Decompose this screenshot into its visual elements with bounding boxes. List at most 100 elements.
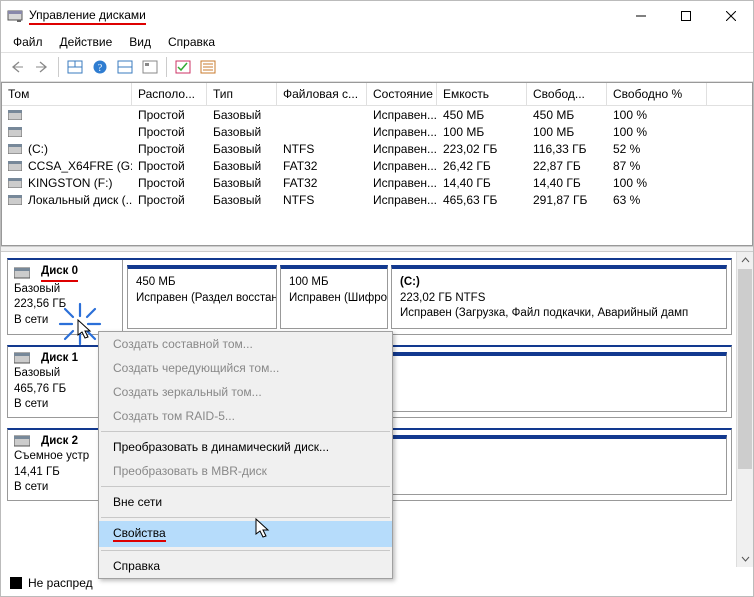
menu-file[interactable]: Файл	[5, 33, 51, 51]
partition-letter: (C:)	[400, 275, 718, 291]
cell-layout: Простой	[132, 193, 207, 207]
cell-volume: Локальный диск (...	[28, 193, 132, 207]
cell-volume: CCSA_X64FRE (G:)	[28, 159, 132, 173]
menubar: Файл Действие Вид Справка	[1, 31, 753, 52]
disk-name: Диск 2	[41, 434, 78, 450]
cell-free: 116,33 ГБ	[527, 142, 607, 156]
menu-help[interactable]: Справка	[160, 33, 223, 51]
context-menu-item: Создать зеркальный том...	[99, 380, 392, 404]
context-menu-item[interactable]: Вне сети	[99, 490, 392, 514]
disk-status: В сети	[14, 313, 116, 329]
legend-swatch	[10, 577, 22, 589]
cell-type: Базовый	[207, 159, 277, 173]
app-icon	[7, 8, 23, 24]
layout-button-2[interactable]	[113, 55, 137, 79]
disk-icon	[14, 267, 30, 279]
th-state[interactable]: Состояние	[367, 83, 437, 105]
partition[interactable]: 100 МБ Исправен (Шифро	[280, 265, 388, 329]
minimize-button[interactable]	[618, 2, 663, 30]
table-row[interactable]: CCSA_X64FRE (G:)ПростойБазовыйFAT32Испра…	[2, 157, 752, 174]
table-row[interactable]: Локальный диск (...ПростойБазовыйNTFSИсп…	[2, 191, 752, 208]
volume-icon	[8, 178, 22, 188]
table-row[interactable]: (C:)ПростойБазовыйNTFSИсправен...223,02 …	[2, 140, 752, 157]
cell-layout: Простой	[132, 176, 207, 190]
table-row[interactable]: KINGSTON (F:)ПростойБазовыйFAT32Исправен…	[2, 174, 752, 191]
svg-text:?: ?	[98, 63, 103, 74]
cell-capacity: 450 МБ	[437, 108, 527, 122]
partition[interactable]: 450 МБ Исправен (Раздел восстан	[127, 265, 277, 329]
layout-button-1[interactable]	[63, 55, 87, 79]
back-button[interactable]	[5, 55, 29, 79]
cell-volume: KINGSTON (F:)	[28, 176, 112, 190]
table-body: ПростойБазовыйИсправен...450 МБ450 МБ100…	[2, 106, 752, 208]
context-menu-item[interactable]: Справка	[99, 554, 392, 578]
toolbar-separator	[166, 57, 167, 77]
th-free-pct[interactable]: Свободно %	[607, 83, 707, 105]
th-volume[interactable]: Том	[2, 83, 132, 105]
context-menu-item[interactable]: Преобразовать в динамический диск...	[99, 435, 392, 459]
partition-state: Исправен (Раздел восстан	[136, 291, 268, 307]
window-title: Управление дисками	[29, 8, 146, 25]
th-fs[interactable]: Файловая с...	[277, 83, 367, 105]
scrollbar-thumb[interactable]	[738, 269, 752, 469]
menu-view[interactable]: Вид	[121, 33, 159, 51]
cell-free: 14,40 ГБ	[527, 176, 607, 190]
volume-icon	[8, 127, 22, 137]
cell-capacity: 14,40 ГБ	[437, 176, 527, 190]
disk-partitions-0: 450 МБ Исправен (Раздел восстан 100 МБ И…	[123, 260, 731, 334]
partition-state: Исправен (Шифро	[289, 291, 379, 307]
disk-name: Диск 1	[41, 351, 78, 367]
partition-size: 450 МБ	[136, 275, 268, 291]
cell-free: 450 МБ	[527, 108, 607, 122]
close-button[interactable]	[708, 2, 753, 30]
menu-separator	[101, 486, 390, 487]
cell-layout: Простой	[132, 125, 207, 139]
titlebar: Управление дисками	[1, 1, 753, 31]
cell-state: Исправен...	[367, 193, 437, 207]
help-button[interactable]: ?	[88, 55, 112, 79]
forward-button[interactable]	[30, 55, 54, 79]
th-type[interactable]: Тип	[207, 83, 277, 105]
disk-info-0[interactable]: Диск 0 Базовый 223,56 ГБ В сети	[8, 260, 123, 334]
cell-capacity: 100 МБ	[437, 125, 527, 139]
maximize-button[interactable]	[663, 2, 708, 30]
cell-state: Исправен...	[367, 159, 437, 173]
volume-icon	[8, 110, 22, 120]
cell-volume: (C:)	[28, 142, 48, 156]
context-menu-item[interactable]: Свойства	[99, 521, 392, 547]
table-row[interactable]: ПростойБазовыйИсправен...450 МБ450 МБ100…	[2, 106, 752, 123]
scroll-down-icon[interactable]	[737, 550, 753, 567]
scroll-up-icon[interactable]	[737, 252, 753, 269]
cell-type: Базовый	[207, 176, 277, 190]
cell-free-pct: 52 %	[607, 142, 707, 156]
list-button[interactable]	[196, 55, 220, 79]
th-layout[interactable]: Располо...	[132, 83, 207, 105]
toolbar-separator	[58, 57, 59, 77]
vertical-scrollbar[interactable]	[736, 252, 753, 567]
menu-separator	[101, 517, 390, 518]
partition-size: 223,02 ГБ NTFS	[400, 291, 718, 307]
legend-label: Не распред	[28, 576, 93, 590]
cell-state: Исправен...	[367, 125, 437, 139]
th-capacity[interactable]: Емкость	[437, 83, 527, 105]
layout-button-3[interactable]	[138, 55, 162, 79]
cell-type: Базовый	[207, 142, 277, 156]
cell-state: Исправен...	[367, 108, 437, 122]
menu-action[interactable]: Действие	[52, 33, 121, 51]
cell-layout: Простой	[132, 108, 207, 122]
cell-capacity: 465,63 ГБ	[437, 193, 527, 207]
cell-capacity: 223,02 ГБ	[437, 142, 527, 156]
cell-type: Базовый	[207, 108, 277, 122]
th-free[interactable]: Свобод...	[527, 83, 607, 105]
cell-layout: Простой	[132, 142, 207, 156]
legend: Не распред	[10, 576, 93, 590]
context-menu: Создать составной том...Создать чередующ…	[98, 331, 393, 579]
table-row[interactable]: ПростойБазовыйИсправен...100 МБ100 МБ100…	[2, 123, 752, 140]
cell-capacity: 26,42 ГБ	[437, 159, 527, 173]
partition[interactable]: (C:) 223,02 ГБ NTFS Исправен (Загрузка, …	[391, 265, 727, 329]
cell-free-pct: 100 %	[607, 176, 707, 190]
checklist-button[interactable]	[171, 55, 195, 79]
cell-free-pct: 63 %	[607, 193, 707, 207]
cell-layout: Простой	[132, 159, 207, 173]
cell-fs: NTFS	[277, 193, 367, 207]
